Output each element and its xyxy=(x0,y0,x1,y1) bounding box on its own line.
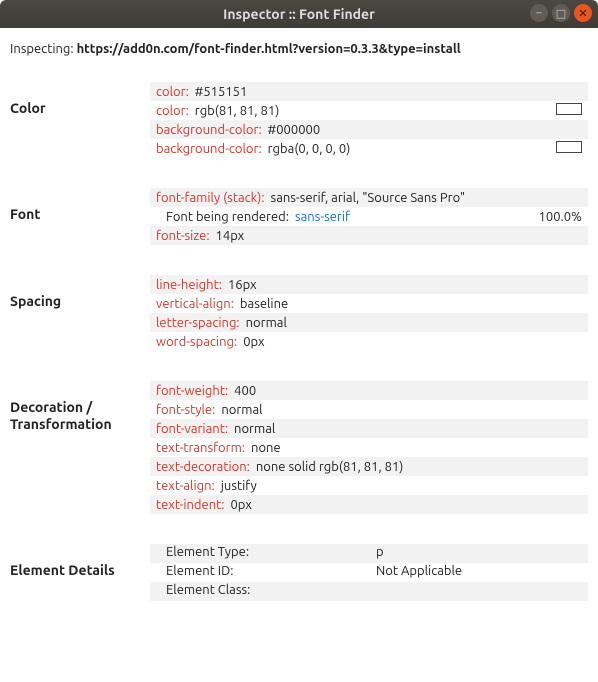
details-key: Element ID: xyxy=(156,564,376,581)
prop-row: font-weight 400 xyxy=(150,381,588,400)
section-label-font: Font xyxy=(10,188,150,245)
inspecting-label: Inspecting: xyxy=(10,42,74,56)
section-body-decoration: font-weight 400 font-style normal font-v… xyxy=(150,381,588,514)
font-rendered-value[interactable]: sans-serif xyxy=(295,210,350,224)
prop-row: vertical-align baseline xyxy=(150,294,588,313)
section-body-font: font-family (stack) sans-serif, arial, "… xyxy=(150,188,588,245)
prop-name: font-weight xyxy=(156,384,228,398)
section-body-details: Element Type: p Element ID: Not Applicab… xyxy=(150,544,588,601)
color-swatch-wrap xyxy=(556,103,582,118)
prop-row: text-transform none xyxy=(150,438,588,457)
prop-value: none solid rgb(81, 81, 81) xyxy=(256,460,404,474)
prop-value: normal xyxy=(246,316,287,330)
prop-row: font-variant normal xyxy=(150,419,588,438)
details-val: p xyxy=(376,545,384,562)
prop-row: background-color #000000 xyxy=(150,120,588,139)
prop-name: font-size xyxy=(156,229,210,243)
prop-value: 0px xyxy=(243,335,264,349)
prop-value: sans-serif, arial, "Source Sans Pro" xyxy=(271,191,466,205)
prop-value: 14px xyxy=(216,229,245,243)
prop-name: vertical-align xyxy=(156,297,234,311)
prop-value: none xyxy=(251,441,281,455)
prop-value: #000000 xyxy=(268,123,321,137)
prop-row: text-indent 0px xyxy=(150,495,588,514)
prop-value: 400 xyxy=(234,384,256,398)
section-color: Color color #515151 color rgb(81, 81, 81… xyxy=(10,82,588,158)
prop-value: rgb(81, 81, 81) xyxy=(195,104,280,118)
prop-name: font-variant xyxy=(156,422,228,436)
prop-row: background-color rgba(0, 0, 0, 0) xyxy=(150,139,588,158)
section-label-color: Color xyxy=(10,82,150,158)
prop-name: font-family (stack) xyxy=(156,191,265,205)
prop-name: letter-spacing xyxy=(156,316,240,330)
prop-name: text-indent xyxy=(156,498,224,512)
content-area: Inspecting: https://add0n.com/font-finde… xyxy=(0,28,598,671)
section-spacing: Spacing line-height 16px vertical-align … xyxy=(10,275,588,351)
prop-row: color #515151 xyxy=(150,82,588,101)
prop-name: text-decoration xyxy=(156,460,250,474)
details-row: Element ID: Not Applicable xyxy=(150,563,588,582)
window-controls: – □ ✕ xyxy=(530,4,592,22)
prop-row: text-align justify xyxy=(150,476,588,495)
section-body-spacing: line-height 16px vertical-align baseline… xyxy=(150,275,588,351)
section-font: Font font-family (stack) sans-serif, ari… xyxy=(10,188,588,245)
prop-name: color xyxy=(156,104,189,118)
prop-row: font-family (stack) sans-serif, arial, "… xyxy=(150,188,588,207)
section-body-color: color #515151 color rgb(81, 81, 81) back… xyxy=(150,82,588,158)
details-key: Element Class: xyxy=(156,583,376,600)
details-row: Element Type: p xyxy=(150,544,588,563)
section-decoration: Decoration / Transformation font-weight … xyxy=(10,381,588,514)
font-rendered-row: Font being rendered: sans-serif 100.0% xyxy=(150,207,588,226)
color-swatch xyxy=(556,103,582,115)
details-key: Element Type: xyxy=(156,545,376,562)
prop-value: rgba(0, 0, 0, 0) xyxy=(268,142,351,156)
section-label-decoration: Decoration / Transformation xyxy=(10,381,150,514)
prop-name: background-color xyxy=(156,142,262,156)
prop-row: color rgb(81, 81, 81) xyxy=(150,101,588,120)
prop-row: text-decoration none solid rgb(81, 81, 8… xyxy=(150,457,588,476)
maximize-icon[interactable]: □ xyxy=(552,4,570,22)
prop-name: color xyxy=(156,85,189,99)
prop-row: font-style normal xyxy=(150,400,588,419)
prop-value: baseline xyxy=(240,297,288,311)
prop-name: background-color xyxy=(156,123,262,137)
window-title: Inspector :: Font Finder xyxy=(0,6,598,22)
section-details: Element Details Element Type: p Element … xyxy=(10,544,588,601)
prop-value: justify xyxy=(221,479,257,493)
font-rendered-pct: 100.0% xyxy=(539,210,582,224)
prop-value: 0px xyxy=(230,498,251,512)
color-swatch xyxy=(556,141,582,153)
font-rendered-label: Font being rendered: xyxy=(156,210,289,224)
prop-value: 16px xyxy=(228,278,257,292)
prop-name: text-align xyxy=(156,479,215,493)
close-icon[interactable]: ✕ xyxy=(574,4,592,22)
color-swatch-wrap xyxy=(556,141,582,156)
section-label-spacing: Spacing xyxy=(10,275,150,351)
prop-name: font-style xyxy=(156,403,215,417)
prop-row: font-size 14px xyxy=(150,226,588,245)
prop-value: #515151 xyxy=(195,85,248,99)
inspecting-url: https://add0n.com/font-finder.html?versi… xyxy=(77,42,461,56)
minimize-icon[interactable]: – xyxy=(530,4,548,22)
prop-value: normal xyxy=(221,403,262,417)
prop-row: line-height 16px xyxy=(150,275,588,294)
prop-name: text-transform xyxy=(156,441,245,455)
details-row: Element Class: xyxy=(150,582,588,601)
details-val: Not Applicable xyxy=(376,564,462,581)
prop-value: normal xyxy=(234,422,275,436)
prop-name: word-spacing xyxy=(156,335,237,349)
prop-row: letter-spacing normal xyxy=(150,313,588,332)
prop-name: line-height xyxy=(156,278,222,292)
section-label-details: Element Details xyxy=(10,544,150,601)
inspecting-line: Inspecting: https://add0n.com/font-finde… xyxy=(10,42,588,56)
window-titlebar: Inspector :: Font Finder – □ ✕ xyxy=(0,0,598,28)
prop-row: word-spacing 0px xyxy=(150,332,588,351)
